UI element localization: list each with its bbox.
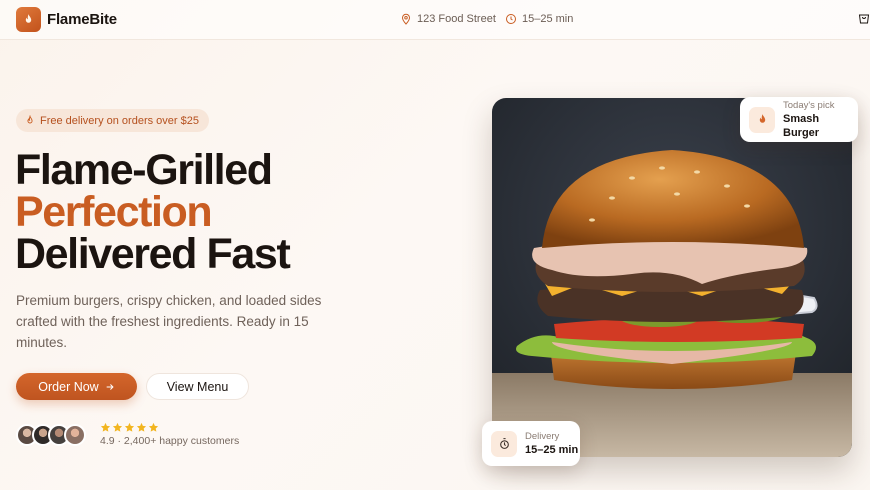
clock-icon [506,14,516,24]
star-icon [148,422,159,432]
brand-name[interactable]: FlameBite [47,11,117,28]
flame-icon [25,14,32,23]
star-icon [136,422,147,432]
todays-pick-card[interactable]: Today's pick Smash Burger [740,97,858,142]
headline-line-3: Delivered Fast [15,230,291,278]
view-menu-button[interactable]: View Menu [146,373,249,400]
delivery-card: Delivery 15–25 min [482,421,580,466]
pick-icon-box [749,106,775,133]
view-menu-label: View Menu [166,379,229,394]
delivery-label: Delivery [525,430,560,442]
headline-line-2: Perfection [15,188,213,236]
promo-text: Free delivery on orders over $25 [40,114,199,127]
cart-icon[interactable] [858,12,870,26]
delivery-time: 15–25 min [505,13,573,25]
star-icon [112,422,123,432]
map-pin-icon [401,13,411,25]
flame-icon [759,114,765,123]
hero-subtitle: Premium burgers, crispy chicken, and loa… [16,293,322,350]
hero-headline: Flame-Grilled Perfection Delivered Fast [15,146,291,278]
rating-text: 4.9 · 2,400+ happy customers [100,435,240,447]
pick-text: Today's pick Smash Burger [783,100,858,140]
arrow-right-icon [106,383,114,390]
address-text: 123 Food Street [417,13,496,25]
pick-label: Today's pick [783,99,835,111]
customer-avatars [16,424,86,446]
flame-icon [27,115,33,124]
delivery-text: Delivery 15–25 min [525,431,578,457]
rating-stars [100,422,159,433]
address: 123 Food Street [400,13,496,25]
star-icon [124,422,135,432]
order-now-label: Order Now [38,379,99,394]
delivery-icon-box [491,430,517,457]
headline-line-1: Flame-Grilled [15,146,273,194]
burger-illustration [492,98,852,457]
promo-badge: Free delivery on orders over $25 [16,109,209,132]
stopwatch-icon [499,438,509,449]
logo[interactable] [16,7,41,32]
star-icon [100,422,111,432]
order-now-button[interactable]: Order Now [16,373,137,400]
delivery-value: 15–25 min [525,443,579,456]
top-nav: FlameBite 123 Food Street 15–25 min [0,0,870,40]
delivery-time-text: 15–25 min [522,13,574,25]
hero-burger-image [492,98,852,457]
pick-value: Smash Burger [783,112,820,139]
avatar [64,424,86,446]
